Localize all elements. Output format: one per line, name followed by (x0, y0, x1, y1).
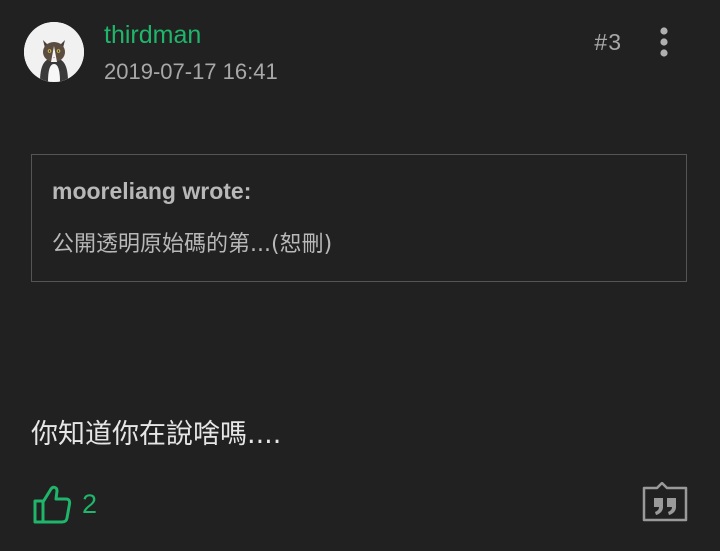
more-vertical-icon[interactable] (655, 26, 673, 58)
forum-post: thirdman 2019-07-17 16:41 #3 mooreliang … (0, 0, 720, 551)
quoted-message: mooreliang wrote: 公開透明原始碼的第...(恕刪) (31, 154, 687, 282)
author-name[interactable]: thirdman (104, 20, 201, 50)
quote-reply-icon (642, 481, 688, 522)
like-count: 2 (82, 489, 98, 519)
thumbs-up-icon (33, 485, 72, 524)
avatar[interactable] (24, 22, 84, 82)
quote-reply-button[interactable] (642, 481, 688, 522)
quote-text[interactable]: 公開透明原始碼的第...(恕刪) (52, 231, 332, 259)
post-number[interactable]: #3 (594, 28, 622, 56)
cat-avatar-icon (24, 22, 84, 82)
quote-author: mooreliang wrote: (52, 178, 252, 204)
post-body: 你知道你在說啥嗎.... (31, 419, 282, 450)
post-timestamp: 2019-07-17 16:41 (104, 59, 278, 84)
like-button[interactable]: 2 (32, 484, 97, 524)
